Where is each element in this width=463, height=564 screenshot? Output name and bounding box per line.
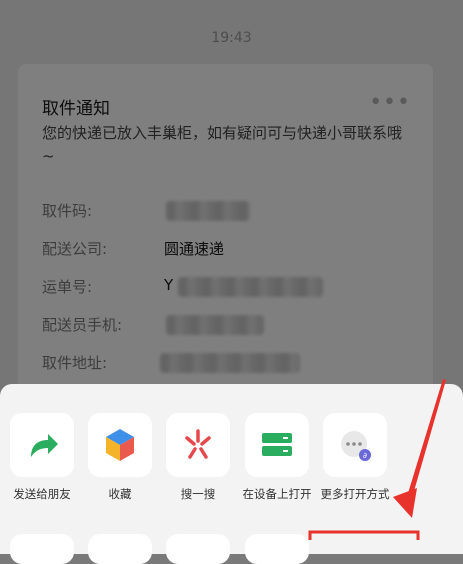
annotation-highlight-box — [308, 530, 420, 540]
annotation-arrow-icon — [308, 379, 446, 540]
